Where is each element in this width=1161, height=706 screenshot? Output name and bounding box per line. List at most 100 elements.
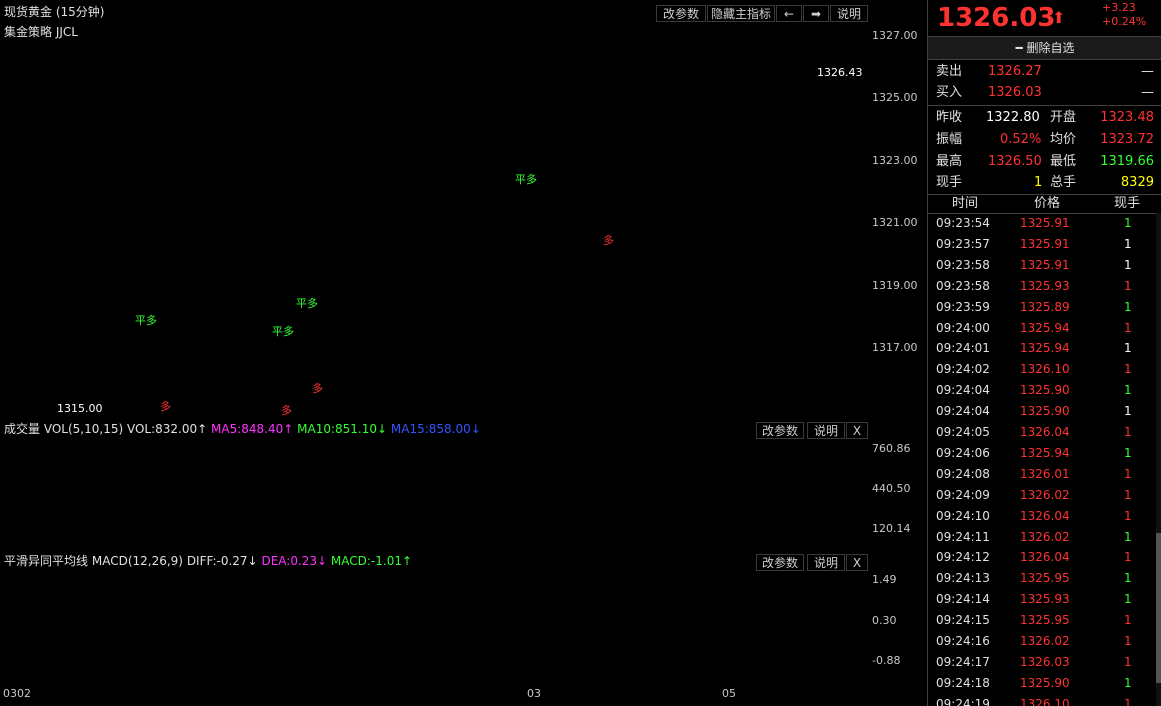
volume-bar-down — [488, 454, 495, 549]
volume-bar-up — [774, 457, 781, 550]
candle-body-down — [116, 358, 123, 360]
volume-bar-up — [234, 455, 241, 550]
volume-bar-down — [5, 456, 11, 549]
tick-price: 1326.03 — [1020, 654, 1070, 669]
volume-bar-up — [718, 457, 725, 550]
tick-time: 09:24:17 — [936, 654, 990, 669]
low-marker-line — [42, 378, 56, 409]
candle-body-up — [409, 173, 416, 216]
help-button[interactable]: 说明 — [830, 5, 868, 22]
volume-bar-up — [219, 455, 226, 550]
candle-body-down — [163, 335, 170, 346]
tick-row: 09:23:57 1325.91 1 — [928, 234, 1161, 255]
tick-row: 09:24:06 1325.94 1 — [928, 443, 1161, 464]
macd-title-text: 平滑异同平均线 — [4, 554, 89, 568]
tick-volume: 1 — [1124, 425, 1132, 439]
volume-bar-down — [147, 455, 154, 549]
amplitude-row: 振幅 0.52% 均价 1323.72 — [936, 130, 1154, 150]
chart-area[interactable]: 现货黄金 (15分钟) 集金策略 JJCL 改参数 隐藏主指标 ← ➡ 说明 成… — [0, 0, 926, 706]
tick-scrollbar[interactable] — [1156, 213, 1161, 706]
tick-row: 09:24:05 1326.04 1 — [928, 422, 1161, 443]
tick-scrollbar-thumb[interactable] — [1156, 533, 1161, 683]
candle-body-down — [203, 361, 210, 370]
tick-volume: 1 — [1124, 613, 1132, 628]
hide-main-indicator-button[interactable]: 隐藏主指标 — [707, 5, 775, 22]
candle-body-down — [353, 187, 360, 195]
volume-bar-up — [211, 456, 218, 550]
volume-bar-up — [274, 457, 281, 550]
signal-long: 多 — [603, 234, 614, 247]
ask-label: 卖出 — [936, 64, 963, 79]
edit-params-button[interactable]: 改参数 — [656, 5, 706, 22]
price-axis-tick: 1321.00 — [872, 216, 918, 229]
volume-bar-down — [401, 455, 408, 549]
candle-body-down — [449, 117, 456, 120]
scroll-right-button[interactable]: ➡ — [803, 5, 829, 22]
volume-bar-down — [330, 454, 337, 549]
volume-bar-up — [615, 456, 622, 550]
volume-bar-up — [100, 456, 107, 550]
tick-price: 1325.90 — [1020, 404, 1070, 419]
candle-body-down — [108, 348, 115, 358]
tick-row: 09:24:08 1326.01 1 — [928, 464, 1161, 485]
volume-bar-down — [139, 455, 146, 549]
candle-body-up — [623, 171, 630, 176]
tick-time: 09:24:04 — [936, 404, 990, 419]
tick-price: 1326.10 — [1020, 696, 1070, 706]
signal-close-long: 平多 — [272, 325, 294, 338]
volume-bar-down — [353, 457, 360, 549]
candle-body-up — [187, 359, 194, 365]
candle-body-up — [568, 281, 575, 306]
prev-close-value: 1322.80 — [986, 110, 1040, 125]
macd-edit-params-button[interactable]: 改参数 — [756, 554, 804, 571]
tick-row: 09:23:59 1325.89 1 — [928, 297, 1161, 318]
tick-row: 09:23:54 1325.91 1 — [928, 213, 1161, 234]
volume-help-button[interactable]: 说明 — [807, 422, 845, 439]
price-axis-tick: 1319.00 — [872, 279, 918, 292]
volume-bar-up — [679, 455, 686, 550]
tick-volume: 1 — [1124, 550, 1132, 565]
remove-watchlist-button[interactable]: ━ 删除自选 — [928, 36, 1161, 60]
candle-body-down — [710, 196, 717, 203]
tick-row: 09:24:15 1325.95 1 — [928, 610, 1161, 631]
tick-list[interactable]: 09:23:54 1325.91 1 09:23:57 1325.91 1 09:23:58… — [928, 213, 1161, 706]
volume-edit-params-button[interactable]: 改参数 — [756, 422, 804, 439]
price-axis-tick: 1327.00 — [872, 29, 918, 42]
volume-bar-up — [123, 457, 130, 550]
candle-body-up — [100, 344, 107, 358]
candle-body-down — [671, 202, 678, 215]
candle-body-down — [227, 348, 234, 352]
chart-canvas[interactable] — [0, 0, 926, 706]
signal-close-long: 平多 — [515, 173, 537, 186]
macd-params: MACD(12,26,9) — [91, 554, 183, 568]
tick-time: 09:24:12 — [936, 550, 990, 565]
candle-body-up — [298, 266, 305, 286]
tick-price: 1325.95 — [1020, 613, 1070, 628]
candle-body-up — [790, 73, 797, 115]
bid-price: 1326.03 — [988, 85, 1042, 100]
volume-bar-down — [345, 457, 352, 549]
volume-row: 现手 1 总手 8329 — [936, 173, 1154, 193]
volume-bar-down — [84, 458, 91, 549]
volume-close-button[interactable]: X — [846, 422, 868, 439]
volume-bar-down — [227, 457, 234, 549]
tick-row: 09:24:00 1325.94 1 — [928, 318, 1161, 339]
candle-body-up — [441, 113, 448, 122]
candle-body-up — [575, 269, 582, 285]
time-axis-tick: 0302 — [3, 687, 31, 700]
candle-body-up — [377, 167, 384, 175]
volume-bar-down — [179, 455, 186, 549]
candle-body-up — [361, 187, 368, 200]
macd-close-button[interactable]: X — [846, 554, 868, 571]
candle-body-up — [234, 337, 241, 348]
signal-long: 多 — [312, 382, 323, 395]
signal-long: 多 — [160, 400, 171, 413]
candle-body-up — [393, 184, 400, 190]
price-axis-tick: 1317.00 — [872, 341, 918, 354]
volume-bar-down — [504, 458, 511, 549]
scroll-left-button[interactable]: ← — [776, 5, 802, 22]
volume-bar-up — [282, 456, 289, 550]
macd-help-button[interactable]: 说明 — [807, 554, 845, 571]
volume-bar-down — [528, 456, 535, 549]
signal-arrowhead — [314, 364, 322, 370]
